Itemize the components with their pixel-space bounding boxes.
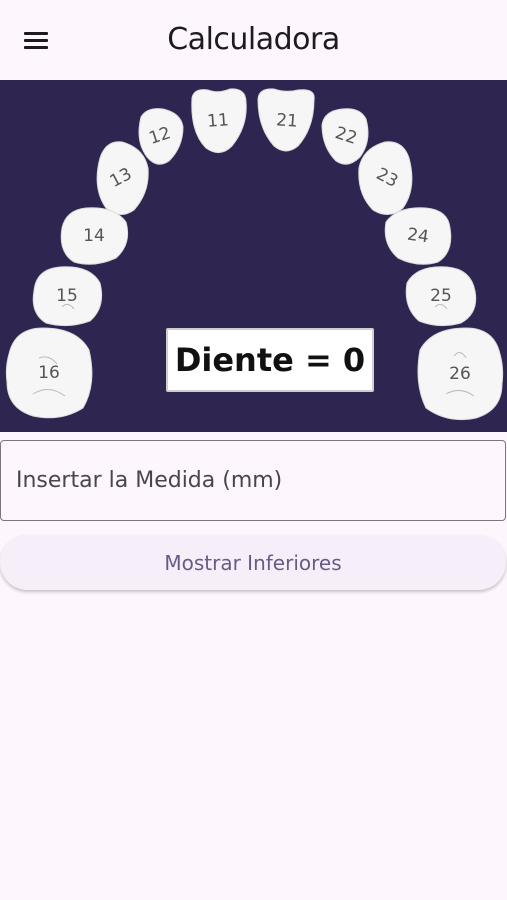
measure-field — [0, 440, 506, 521]
tooth-label: 16 — [38, 363, 60, 383]
tooth-label: 26 — [449, 364, 471, 384]
tooth-21[interactable]: 21 — [254, 86, 320, 156]
teeth-chart-panel: 11 12 13 14 15 16 21 22 23 24 25 26 Dien… — [0, 80, 507, 432]
tooth-14[interactable]: 14 — [56, 204, 132, 268]
tooth-label: 25 — [430, 286, 452, 306]
show-lower-teeth-button[interactable]: Mostrar Inferiores — [0, 535, 506, 590]
selected-tooth-result: Diente = 0 — [166, 328, 374, 392]
measure-input[interactable] — [1, 441, 505, 520]
page-title: Calculadora — [167, 22, 340, 57]
tooth-label: 11 — [206, 110, 230, 132]
tooth-15[interactable]: 15 — [28, 263, 106, 329]
tooth-11[interactable]: 11 — [186, 86, 250, 156]
tooth-26[interactable]: 26 — [414, 324, 506, 424]
tooth-label: 14 — [83, 226, 105, 246]
tooth-label: 15 — [56, 286, 78, 306]
tooth-25[interactable]: 25 — [401, 263, 481, 329]
tooth-label: 24 — [405, 224, 431, 248]
app-bar: Calculadora — [0, 0, 507, 80]
tooth-24[interactable]: 24 — [380, 204, 456, 268]
tooth-16[interactable]: 16 — [3, 324, 95, 422]
